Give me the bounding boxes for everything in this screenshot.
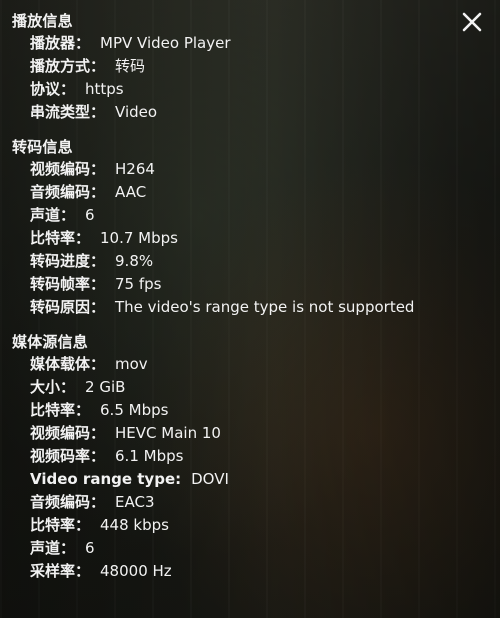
- info-value: H264: [115, 160, 155, 178]
- info-value: 75 fps: [115, 275, 162, 293]
- info-label: 串流类型：: [30, 103, 106, 121]
- info-value: 6.1 Mbps: [115, 447, 184, 465]
- info-row: 转码进度： 9.8%: [12, 250, 488, 273]
- info-row: 协议： https: [12, 78, 488, 101]
- info-label: 音频编码：: [30, 183, 106, 201]
- info-value: Video: [115, 103, 158, 121]
- info-row: 比特率： 448 kbps: [12, 514, 488, 537]
- info-row: 媒体载体： mov: [12, 353, 488, 376]
- info-row: 转码原因： The video's range type is not suppo…: [12, 296, 488, 319]
- info-row: 视频码率： 6.1 Mbps: [12, 445, 488, 468]
- info-label: 采样率：: [30, 562, 91, 580]
- info-value: 2 GiB: [85, 378, 126, 396]
- info-value: The video's range type is not supported: [115, 298, 415, 316]
- info-label: 视频编码：: [30, 160, 106, 178]
- info-value: mov: [115, 355, 148, 373]
- info-label: 播放器：: [30, 34, 91, 52]
- info-row: 比特率： 10.7 Mbps: [12, 227, 488, 250]
- info-section-1: 转码信息视频编码： H264 音频编码： AAC 声道： 6 比特率： 10.7 Mbps 转码…: [12, 136, 488, 319]
- info-value: 10.7 Mbps: [100, 229, 178, 247]
- info-label: 转码原因：: [30, 298, 106, 316]
- info-row: Video range type: DOVI: [12, 468, 488, 491]
- info-value: 6.5 Mbps: [100, 401, 169, 419]
- info-label: 大小：: [30, 378, 76, 396]
- info-row: 视频编码： HEVC Main 10: [12, 422, 488, 445]
- info-value: AAC: [115, 183, 147, 201]
- section-title: 转码信息: [12, 138, 73, 156]
- info-label: 转码进度：: [30, 252, 106, 270]
- info-value: EAC3: [115, 493, 155, 511]
- info-label: 视频码率：: [30, 447, 106, 465]
- info-row: 串流类型： Video: [12, 101, 488, 124]
- info-row: 转码帧率： 75 fps: [12, 273, 488, 296]
- info-value: 48000 Hz: [100, 562, 172, 580]
- info-value: https: [85, 80, 124, 98]
- info-row: 播放器： MPV Video Player: [12, 32, 488, 55]
- info-row: 音频编码： EAC3: [12, 491, 488, 514]
- info-row: 视频编码： H264: [12, 158, 488, 181]
- info-value: 448 kbps: [100, 516, 169, 534]
- info-label: 比特率：: [30, 401, 91, 419]
- info-row: 音频编码： AAC: [12, 181, 488, 204]
- info-row: 比特率： 6.5 Mbps: [12, 399, 488, 422]
- info-row: 采样率： 48000 Hz: [12, 560, 488, 583]
- info-label: 播放方式：: [30, 57, 106, 75]
- info-label: Video range type:: [30, 470, 182, 488]
- info-label: 媒体载体：: [30, 355, 106, 373]
- info-label: 比特率：: [30, 516, 91, 534]
- info-value: 转码: [115, 57, 146, 75]
- info-value: 6: [85, 539, 95, 557]
- info-row: 声道： 6: [12, 204, 488, 227]
- section-title: 媒体源信息: [12, 333, 89, 351]
- info-row: 声道： 6: [12, 537, 488, 560]
- info-value: 6: [85, 206, 95, 224]
- info-section-0: 播放信息播放器： MPV Video Player 播放方式： 转码协议： https 串…: [12, 10, 488, 124]
- info-section-2: 媒体源信息媒体载体： mov 大小： 2 GiB 比特率： 6.5 Mbps 视频编码： HE…: [12, 331, 488, 583]
- info-label: 比特率：: [30, 229, 91, 247]
- info-row: 播放方式： 转码: [12, 55, 488, 78]
- info-label: 协议：: [30, 80, 76, 98]
- info-value: HEVC Main 10: [115, 424, 221, 442]
- playback-info-panel: 播放信息播放器： MPV Video Player 播放方式： 转码协议： https 串…: [12, 10, 488, 595]
- info-label: 视频编码：: [30, 424, 106, 442]
- section-title: 播放信息: [12, 12, 73, 30]
- info-label: 转码帧率：: [30, 275, 106, 293]
- info-label: 声道：: [30, 539, 76, 557]
- info-label: 音频编码：: [30, 493, 106, 511]
- info-value: DOVI: [191, 470, 229, 488]
- info-value: 9.8%: [115, 252, 154, 270]
- info-row: 大小： 2 GiB: [12, 376, 488, 399]
- info-label: 声道：: [30, 206, 76, 224]
- info-value: MPV Video Player: [100, 34, 231, 52]
